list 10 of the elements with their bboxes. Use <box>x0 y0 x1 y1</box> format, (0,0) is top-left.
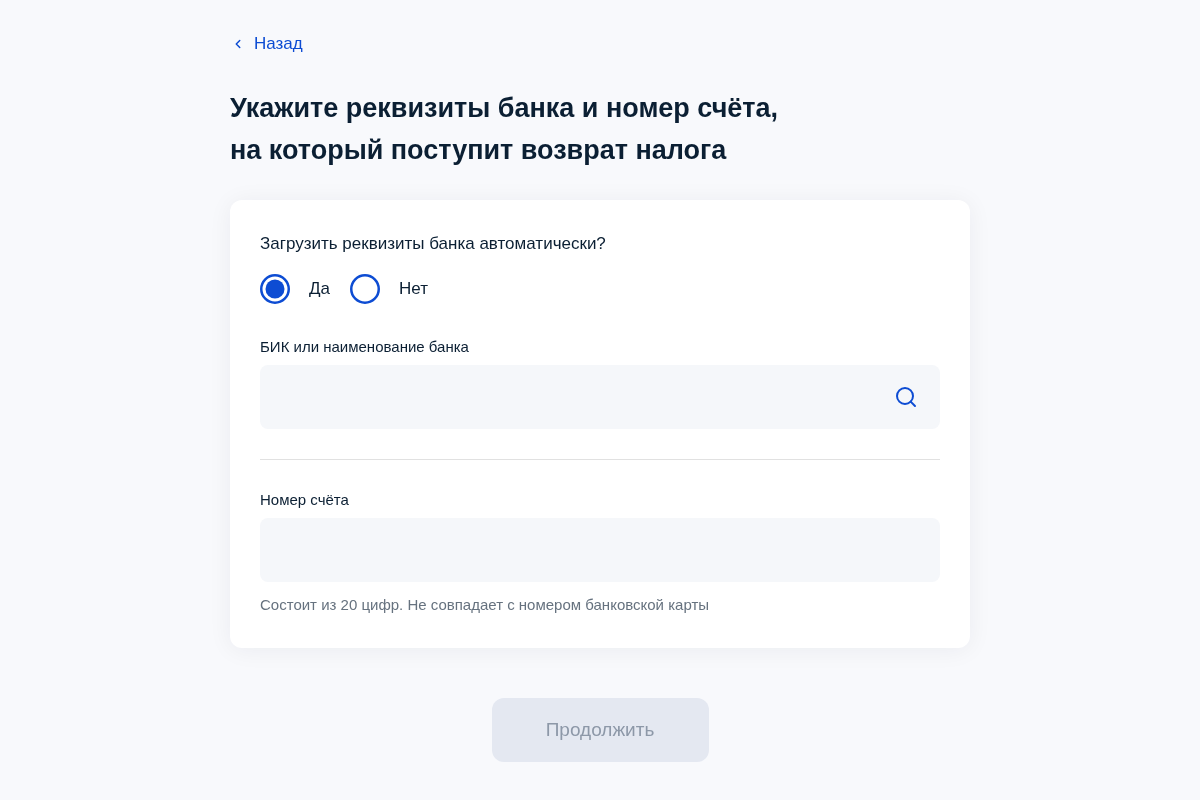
question-text: Загрузить реквизиты банка автоматически? <box>260 233 607 255</box>
radio-option[interactable]: Да <box>260 274 330 304</box>
field-hint: Состоит из 20 цифр. Не совпадает с номером банковской карты <box>260 595 711 615</box>
search-icon <box>894 385 918 409</box>
back-link[interactable]: Назад <box>230 32 303 56</box>
search-field[interactable] <box>260 365 940 429</box>
page-title: Укажите реквизиты банка и номер счёта, на который поступит возврат налога <box>230 92 780 167</box>
radio-option[interactable]: Нет <box>349 274 428 304</box>
field-label: Номер счёта <box>260 490 350 510</box>
field-label: БИК или наименование банка <box>260 337 470 357</box>
